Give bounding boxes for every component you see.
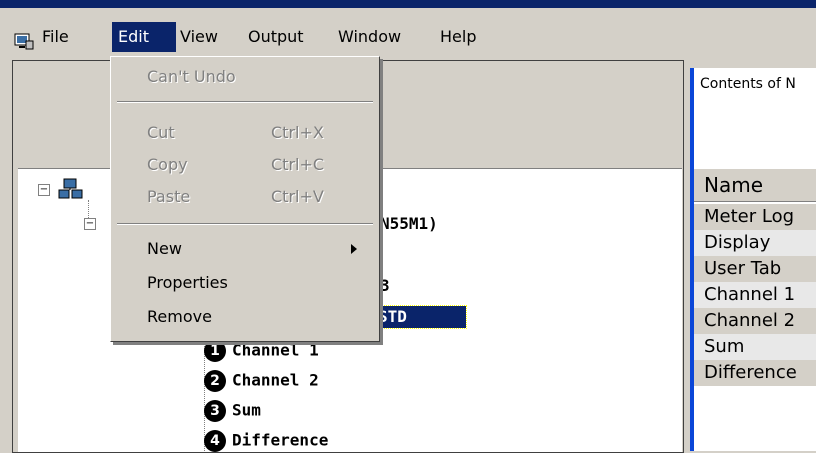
menu-item-label: Can't Undo xyxy=(147,67,236,86)
list-item[interactable]: User Tab xyxy=(694,256,816,282)
menu-edit[interactable]: Edit xyxy=(112,22,176,52)
contents-list: Meter Log Display User Tab Channel 1 Cha… xyxy=(694,204,816,386)
menu-window[interactable]: Window xyxy=(338,22,401,52)
edit-menu: Can't Undo Cut Ctrl+X Copy Ctrl+C Paste … xyxy=(110,56,380,342)
menu-item-label: Properties xyxy=(147,273,228,292)
tree-node-difference[interactable]: 4 Difference xyxy=(204,430,328,452)
menu-item-new[interactable]: New xyxy=(111,235,379,263)
submenu-arrow-icon xyxy=(351,244,357,254)
tree-node-channel-2[interactable]: 2 Channel 2 xyxy=(204,370,319,392)
menu-item-cut[interactable]: Cut Ctrl+X xyxy=(111,119,379,147)
tree-node-selected[interactable]: STD xyxy=(373,305,467,329)
contents-title: Contents of N xyxy=(700,76,796,92)
title-bar xyxy=(0,0,816,8)
list-item[interactable]: Sum xyxy=(694,334,816,360)
column-header-label: Name xyxy=(704,173,764,197)
menu-separator xyxy=(117,101,373,103)
sum-icon: 3 xyxy=(204,400,226,422)
menu-view[interactable]: View xyxy=(180,22,218,52)
channel-2-icon: 2 xyxy=(204,370,226,392)
menu-item-paste[interactable]: Paste Ctrl+V xyxy=(111,183,379,211)
tree-node-item3[interactable]: 3 xyxy=(380,276,390,295)
menu-item-copy[interactable]: Copy Ctrl+C xyxy=(111,151,379,179)
menu-item-shortcut: Ctrl+X xyxy=(271,123,324,142)
column-header-name[interactable]: Name xyxy=(694,168,816,202)
network-icon xyxy=(58,178,83,199)
menu-bar: File Edit View Output Window Help xyxy=(0,8,816,57)
menu-item-label: Remove xyxy=(147,307,212,326)
tree-node-label: Channel 2 xyxy=(232,370,319,390)
right-pane: Contents of N Name Meter Log Display Use… xyxy=(694,68,816,451)
tree-node-label: Channel 1 xyxy=(232,340,319,360)
menu-item-properties[interactable]: Properties xyxy=(111,269,379,297)
app-icon xyxy=(14,33,34,50)
tree-node-label: Sum xyxy=(232,400,261,420)
tree-node-channel-1[interactable]: 1 Channel 1 xyxy=(204,340,319,362)
menu-item-cant-undo[interactable]: Can't Undo xyxy=(111,63,379,91)
menu-item-label: Paste xyxy=(147,187,191,206)
menu-file[interactable]: File xyxy=(42,22,69,52)
menu-output[interactable]: Output xyxy=(248,22,304,52)
list-item[interactable]: Meter Log xyxy=(694,204,816,230)
list-item[interactable]: Display xyxy=(694,230,816,256)
menu-item-label: New xyxy=(147,239,182,258)
list-item[interactable]: Channel 2 xyxy=(694,308,816,334)
list-item[interactable]: Difference xyxy=(694,360,816,386)
menu-item-remove[interactable]: Remove xyxy=(111,303,379,331)
menu-help[interactable]: Help xyxy=(440,22,476,52)
channel-1-icon: 1 xyxy=(204,340,226,362)
tree-node-label: Difference xyxy=(232,430,329,450)
difference-icon: 4 xyxy=(204,430,226,452)
menu-item-label: Cut xyxy=(147,123,175,142)
menu-item-shortcut: Ctrl+C xyxy=(271,155,325,174)
expand-toggle-meter[interactable]: − xyxy=(84,218,96,230)
tree-node-meter[interactable]: N55M1) xyxy=(380,214,438,233)
expand-toggle-root[interactable]: − xyxy=(38,184,50,196)
menu-item-shortcut: Ctrl+V xyxy=(271,187,324,206)
tree-node-sum[interactable]: 3 Sum xyxy=(204,400,261,422)
menu-separator xyxy=(117,223,373,225)
list-item[interactable]: Channel 1 xyxy=(694,282,816,308)
menu-item-label: Copy xyxy=(147,155,188,174)
